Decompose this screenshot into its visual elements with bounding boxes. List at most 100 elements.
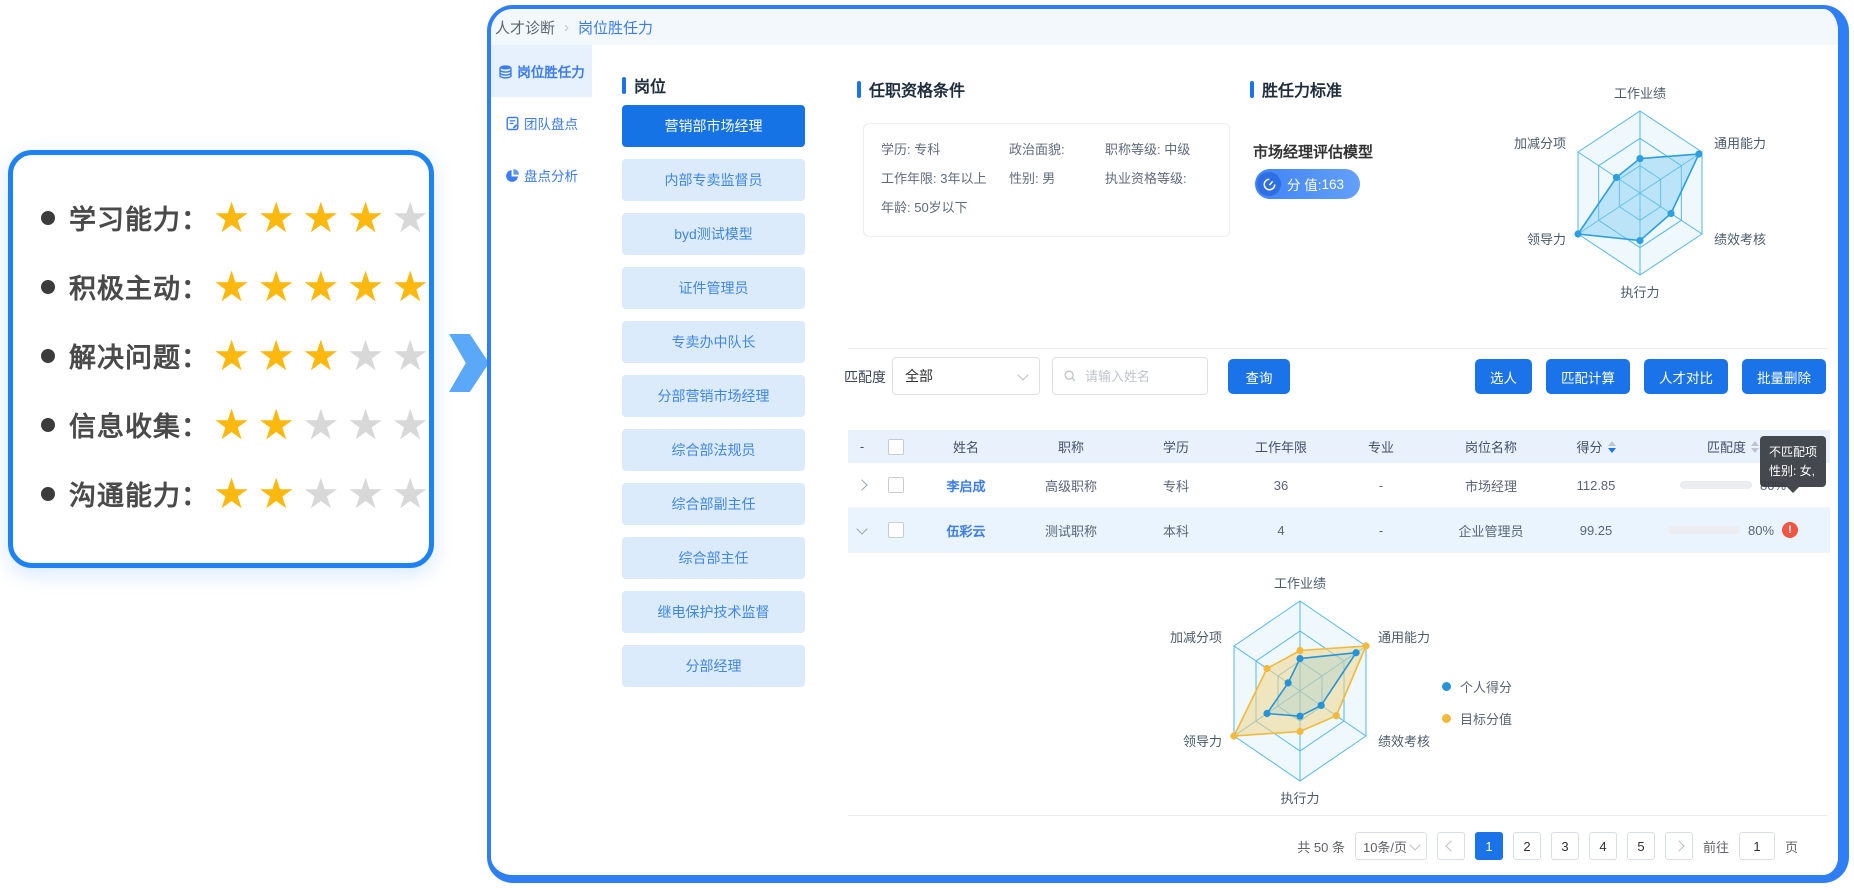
radar-data-point	[1333, 712, 1340, 719]
job-list-item[interactable]: 分部经理	[622, 645, 805, 687]
match-filter-label: 匹配度	[844, 357, 886, 397]
page-size-select[interactable]: 10条/页	[1355, 832, 1427, 860]
page-button-3[interactable]: 3	[1551, 832, 1579, 860]
expand-toggle[interactable]	[848, 528, 876, 533]
batch-delete-button[interactable]: 批量删除	[1742, 359, 1826, 394]
cell-post: 企业管理员	[1426, 521, 1556, 540]
cell-match: 80%!	[1636, 522, 1830, 538]
next-page-button[interactable]	[1665, 832, 1693, 860]
score-badge: 分 值: 163	[1255, 169, 1360, 199]
cell-value: 本科	[1163, 521, 1189, 540]
page-button-5[interactable]: 5	[1627, 832, 1655, 860]
radar-data-point	[1636, 155, 1643, 162]
sidebar-item-1[interactable]: 岗位胜任力	[491, 45, 592, 97]
job-list-item[interactable]: byd测试模型	[622, 213, 805, 255]
query-button[interactable]: 查询	[1228, 359, 1290, 394]
star-rating: ★★★★★	[213, 335, 429, 377]
job-list: 营销部市场经理内部专卖监督员 byd测试模型证件管理员专卖办中队长分部营销市场经理…	[622, 93, 805, 687]
job-list-item[interactable]: 内部专卖监督员	[622, 159, 805, 201]
goto-page-input[interactable]	[1739, 832, 1775, 860]
star-rating: ★★★★★	[213, 404, 429, 446]
job-list-item[interactable]: 营销部市场经理	[622, 105, 805, 147]
alert-icon[interactable]: !	[1782, 522, 1798, 538]
skill-label: 信息收集：	[69, 405, 211, 444]
radar-data-point	[1353, 649, 1360, 656]
job-list-item[interactable]: 分部营销市场经理	[622, 375, 805, 417]
row-checkbox-cell[interactable]	[876, 522, 916, 538]
footer-divider	[848, 815, 1828, 816]
bullet-icon	[41, 211, 55, 225]
collapse-all-cell[interactable]: -	[848, 439, 876, 454]
legend-dot-icon	[1442, 714, 1451, 723]
sort-carets-icon[interactable]	[1608, 441, 1616, 453]
star-filled-icon: ★	[257, 266, 295, 308]
cell-edu: 专科	[1126, 476, 1226, 495]
job-list-item[interactable]: 专卖办中队长	[622, 321, 805, 363]
sidebar-item-label: 岗位胜任力	[517, 61, 585, 81]
legend-item: 目标分值	[1442, 709, 1512, 728]
radar-data-point	[1362, 642, 1369, 649]
match-compute-button[interactable]: 匹配计算	[1546, 359, 1630, 394]
gauge-icon	[1257, 172, 1281, 196]
checkbox[interactable]	[888, 477, 904, 493]
radar-data-point	[1285, 679, 1292, 686]
total-count: 共 50 条	[1297, 837, 1345, 856]
breadcrumb-item[interactable]: 人才诊断	[495, 17, 555, 38]
breadcrumb-item[interactable]: 岗位胜任力	[578, 17, 653, 38]
radar-axis-label: 工作业绩	[1274, 576, 1326, 591]
expand-toggle[interactable]	[848, 481, 876, 489]
chevron-down-icon	[1409, 839, 1420, 850]
qualification-row: 年龄: 50岁以下	[881, 197, 1212, 216]
skill-row: 解决问题：★★★★★	[13, 321, 429, 390]
competency-section-head: 胜任力标准	[1250, 77, 1342, 101]
page-button-2[interactable]: 2	[1513, 832, 1541, 860]
job-list-item[interactable]: 继电保护技术监督	[622, 591, 805, 633]
chevron-down-icon	[1017, 369, 1028, 380]
select-people-button[interactable]: 选人	[1475, 359, 1532, 394]
match-filter-select[interactable]: 全部	[892, 357, 1040, 395]
job-list-item[interactable]: 综合部副主任	[622, 483, 805, 525]
match-progress-bar	[1668, 526, 1740, 534]
score-label: 分 值:	[1287, 174, 1322, 194]
name-search-field[interactable]	[1052, 357, 1208, 395]
qualification-field	[1009, 197, 1105, 216]
bullet-icon	[41, 487, 55, 501]
radar-data-point	[1636, 237, 1643, 244]
page-button-1[interactable]: 1	[1475, 832, 1503, 860]
row-checkbox-cell[interactable]	[876, 477, 916, 493]
breadcrumb: 人才诊断›岗位胜任力	[491, 9, 1838, 45]
star-empty-icon: ★	[347, 404, 385, 446]
page-button-4[interactable]: 4	[1589, 832, 1617, 860]
legend-item: 个人得分	[1442, 677, 1512, 696]
qualification-field: 职称等级: 中级	[1105, 139, 1212, 158]
sidebar-item-3[interactable]: 盘点分析	[491, 149, 592, 201]
match-progress-bar	[1680, 481, 1752, 489]
checkbox[interactable]	[888, 522, 904, 538]
header-cell-edu: 学历	[1126, 437, 1226, 456]
job-list-item[interactable]: 证件管理员	[622, 267, 805, 309]
candidate-name-link[interactable]: 李启成	[946, 476, 985, 495]
chevron-right-icon	[856, 479, 867, 490]
sidebar-item-2[interactable]: 团队盘点	[491, 97, 592, 149]
header-cell-post: 岗位名称	[1426, 437, 1556, 456]
header-checkbox-cell[interactable]	[876, 439, 916, 455]
star-filled-icon: ★	[213, 473, 251, 515]
star-filled-icon: ★	[347, 266, 385, 308]
cell-value: 高级职称	[1045, 476, 1097, 495]
radar-data-point	[1695, 150, 1702, 157]
job-list-item[interactable]: 综合部法规员	[622, 429, 805, 471]
name-search-input[interactable]	[1083, 368, 1197, 385]
candidate-name-link[interactable]: 伍彩云	[946, 521, 985, 540]
prev-page-button[interactable]	[1437, 832, 1465, 860]
radar-data-point	[1613, 174, 1620, 181]
checkbox[interactable]	[888, 439, 904, 455]
job-list-item[interactable]: 综合部主任	[622, 537, 805, 579]
star-filled-icon: ★	[213, 404, 251, 446]
header-cell-title: 职称	[1016, 437, 1126, 456]
star-filled-icon: ★	[302, 335, 340, 377]
sort-carets-icon[interactable]	[1751, 441, 1759, 453]
jobs-panel: 岗位 营销部市场经理内部专卖监督员byd测试模型证件管理员专卖办中队长分部营销市…	[592, 45, 830, 875]
radar-axis-label: 绩效考核	[1378, 734, 1430, 749]
star-rating: ★★★★★	[213, 197, 429, 239]
talent-compare-button[interactable]: 人才对比	[1644, 359, 1728, 394]
